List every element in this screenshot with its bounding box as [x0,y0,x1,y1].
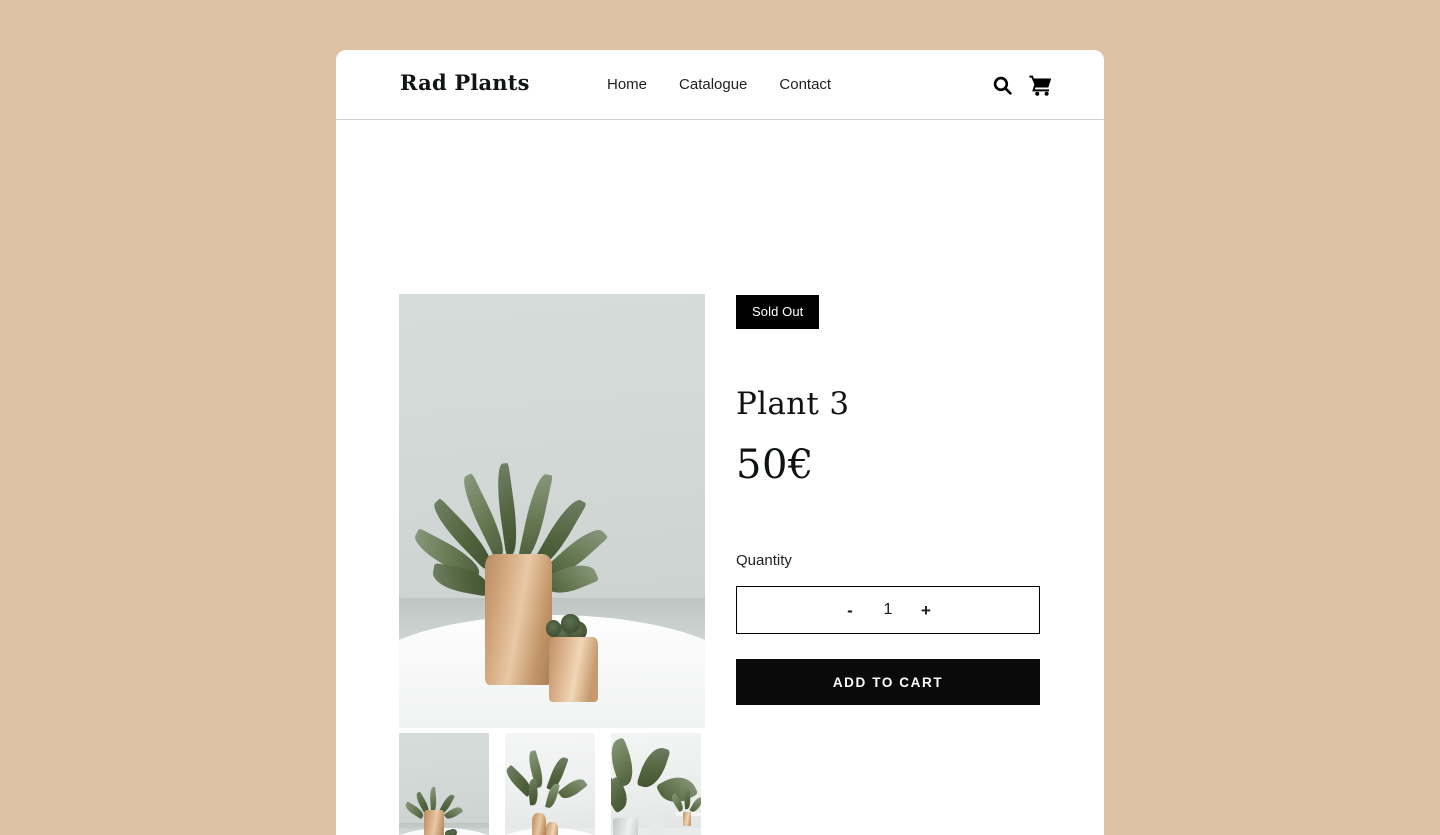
nav-item-contact[interactable]: Contact [779,76,831,94]
main-navigation: Home Catalogue Contact [607,76,831,94]
product-section: Sold Out Plant 3 50€ Quantity - 1 + ADD … [336,120,1104,835]
shopping-cart-icon[interactable] [1028,72,1052,98]
site-page-card: Rad Plants Home Catalogue Contact Sold O… [336,50,1104,835]
site-header: Rad Plants Home Catalogue Contact [336,50,1104,120]
quantity-stepper: - 1 + [736,586,1040,635]
nav-item-catalogue[interactable]: Catalogue [679,76,747,94]
quantity-decrement-button[interactable]: - [829,587,871,633]
quantity-value[interactable]: 1 [871,602,905,618]
product-price: 50€ [736,442,814,489]
product-title: Plant 3 [736,386,850,422]
brand-logo[interactable]: Rad Plants [400,72,530,93]
status-badge: Sold Out [736,295,820,329]
product-hero-image[interactable] [399,294,705,728]
search-icon[interactable] [990,72,1014,98]
product-details: Sold Out Plant 3 50€ Quantity - 1 + ADD … [736,295,1040,706]
nav-item-home[interactable]: Home [607,76,647,94]
quantity-increment-button[interactable]: + [905,587,947,633]
product-gallery [399,294,705,835]
thumbnail-2[interactable] [505,733,595,835]
quantity-label: Quantity [736,552,792,570]
header-actions [990,72,1052,98]
thumbnail-list [399,733,705,835]
add-to-cart-button[interactable]: ADD TO CART [736,659,1040,706]
thumbnail-1[interactable] [399,733,489,835]
thumbnail-3[interactable] [611,733,701,835]
